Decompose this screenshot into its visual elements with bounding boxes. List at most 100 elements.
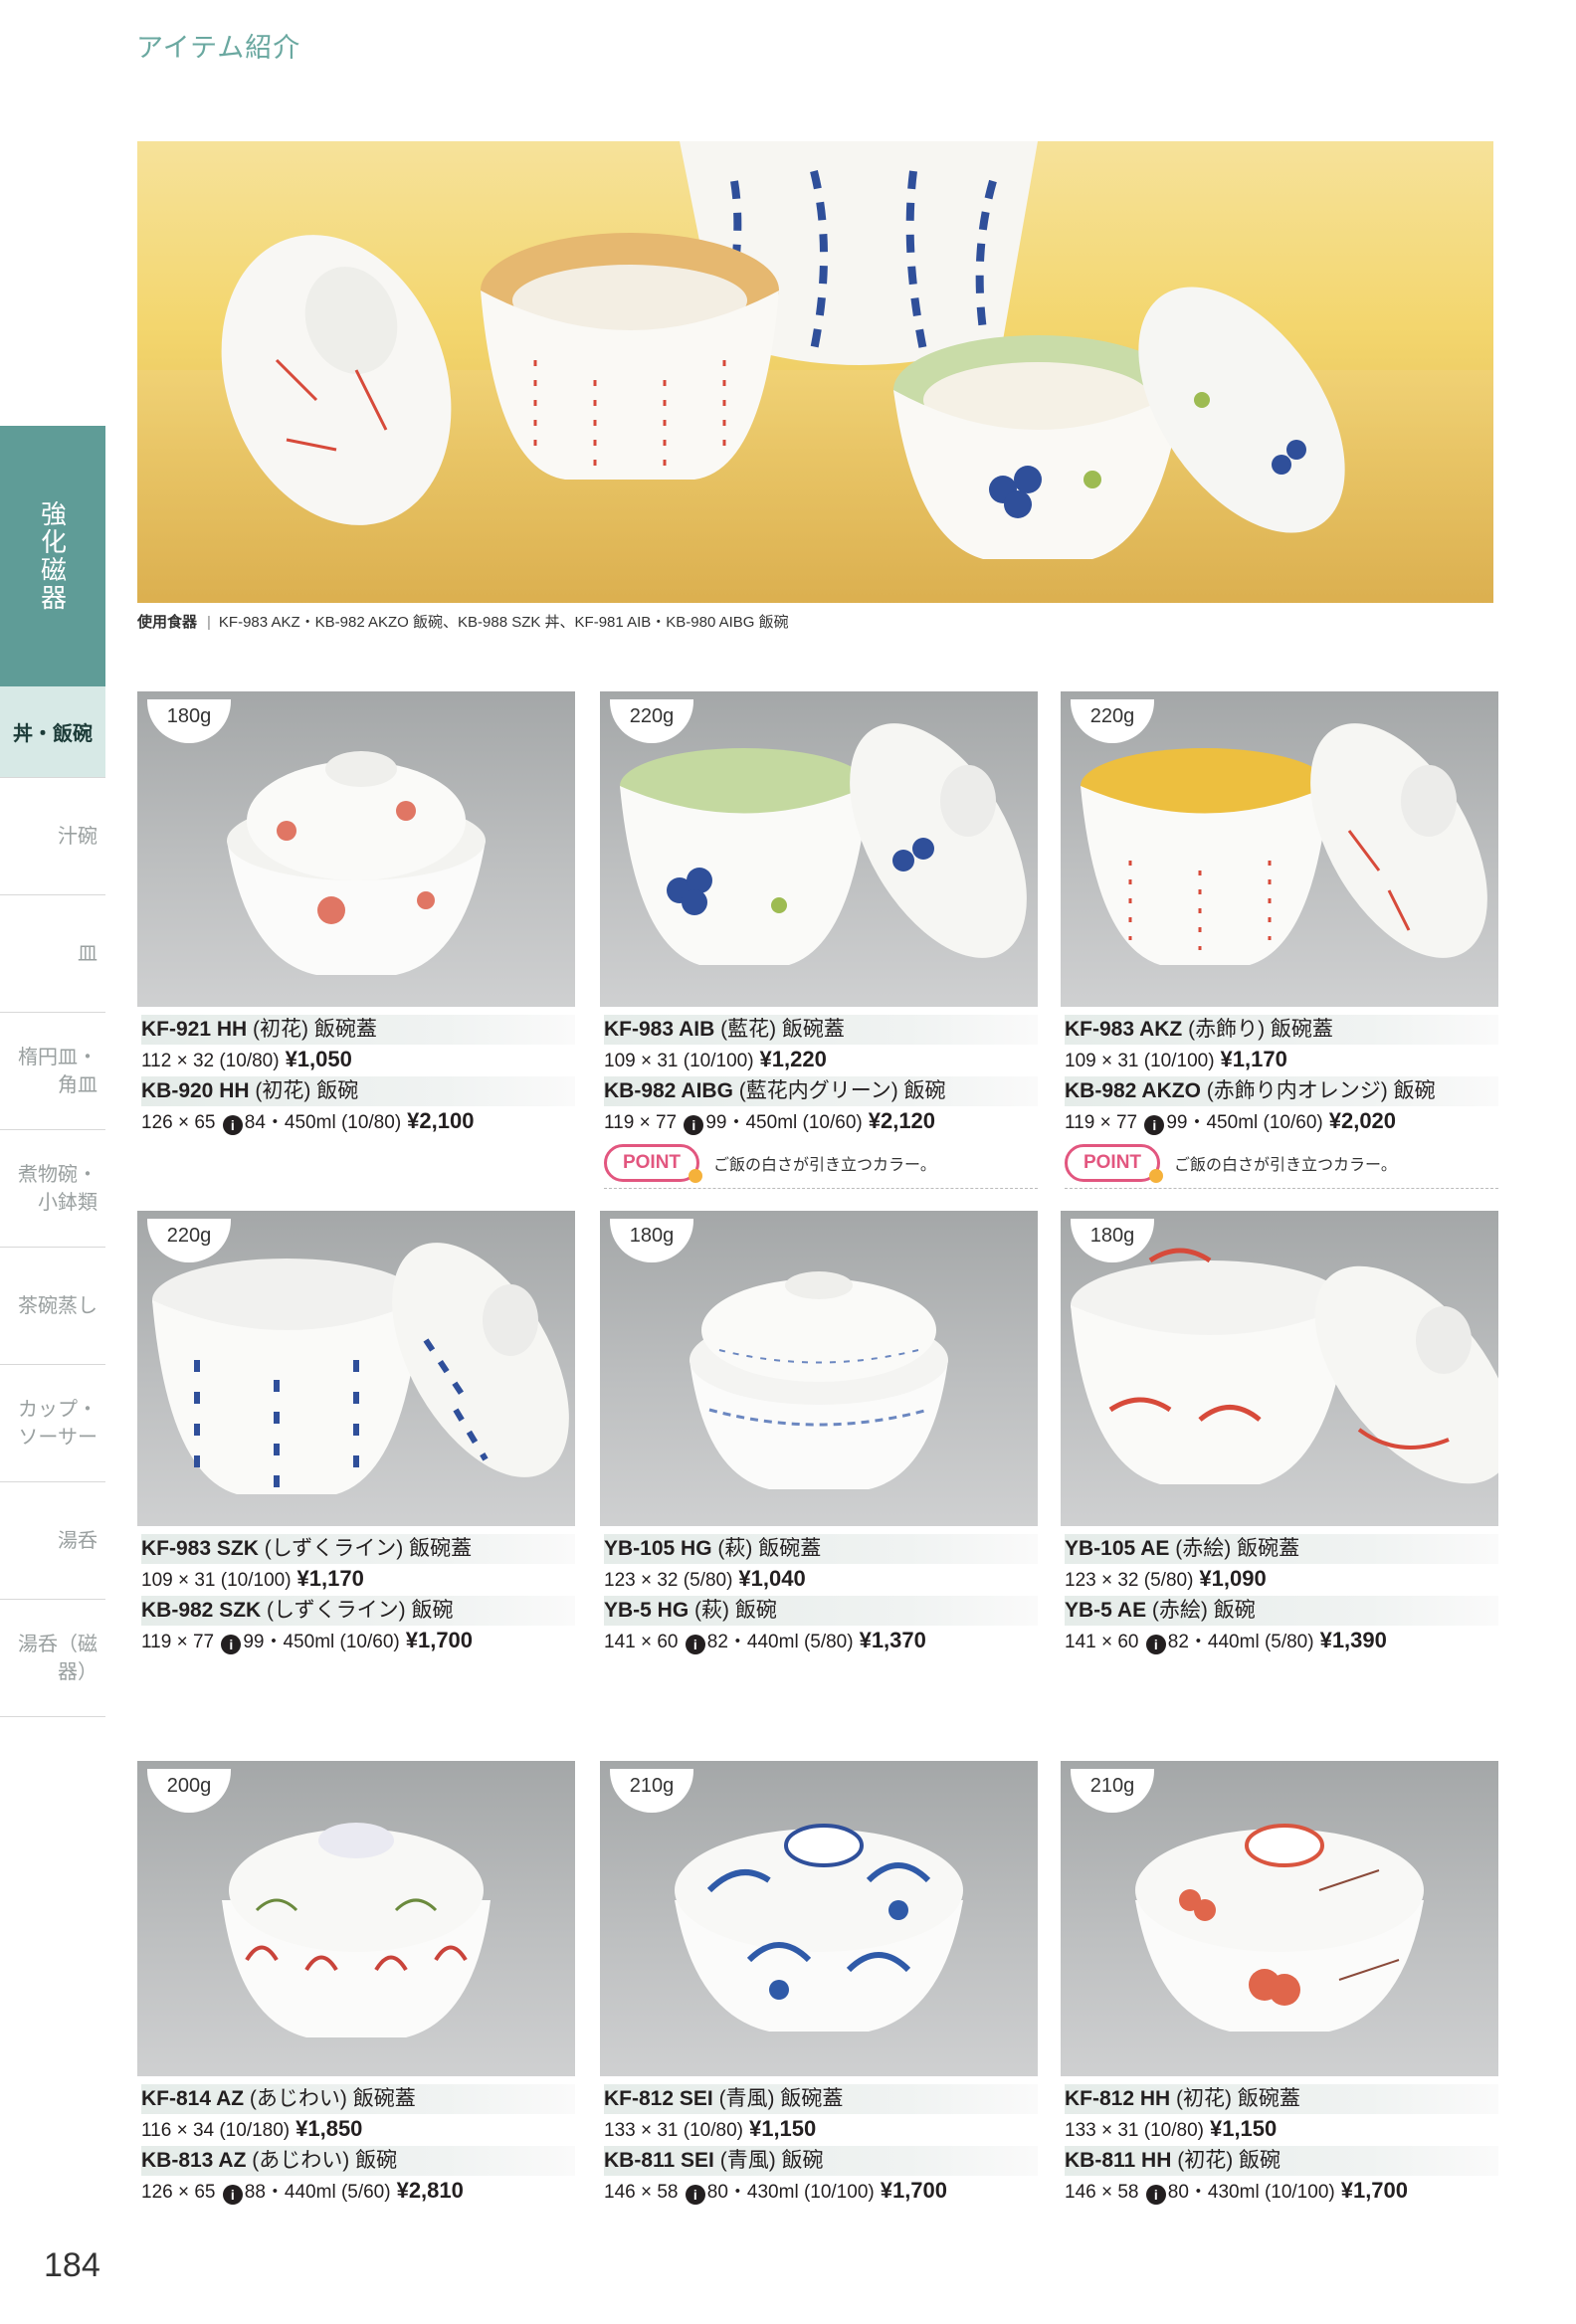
product-desc: (青風) 飯碗 [719, 2149, 824, 2172]
dimensions: 119 × 77 [141, 1632, 215, 1652]
bowl-name-line: YB-5 AE (赤絵) 飯碗 [1065, 1596, 1498, 1626]
price: ¥1,150 [1209, 2116, 1278, 2141]
product-code: KF-812 SEI [604, 2087, 713, 2110]
sidebar-tab-main-category[interactable]: 強化磁器 [0, 426, 105, 686]
bowl-name-line: KB-982 SZK (しずくライン) 飯碗 [141, 1596, 575, 1626]
product-desc: (赤絵) 飯碗 [1151, 1599, 1256, 1622]
lid-spec-line: 133 × 31 (10/80) ¥1,150 [1065, 2114, 1498, 2146]
sidebar-item-plate[interactable]: 皿 [0, 895, 105, 1013]
info-icon: i [684, 1115, 704, 1135]
info-icon: i [222, 1115, 243, 1135]
sidebar-item-teacup-porcelain[interactable]: 湯呑（磁器） [0, 1600, 105, 1717]
product-desc: (あじわい) 飯碗蓋 [249, 2087, 416, 2110]
point-text: ご飯の白さが引き立つカラー。 [1174, 1157, 1397, 1174]
info-icon: i [1145, 1635, 1166, 1654]
dimensions: 141 × 60 [604, 1632, 679, 1652]
capacity: 84・450ml (10/80) [244, 1112, 402, 1133]
bowl-name-line: YB-5 HG (萩) 飯碗 [604, 1596, 1038, 1626]
hero-caption-separator: | [207, 614, 211, 631]
price: ¥2,020 [1328, 1108, 1397, 1133]
product-card: 180g KF-921 HH (初花) 飯碗蓋 112 × 32 (10/80)… [137, 691, 575, 1138]
product-card: 210g KF-812 HH (初花) 飯碗蓋 133 × 31 (10/80)… [1061, 1761, 1498, 2208]
product-code: KF-921 HH [141, 1018, 248, 1041]
product-code: YB-5 AE [1065, 1599, 1147, 1622]
lid-name-line: YB-105 AE (赤絵) 飯碗蓋 [1065, 1534, 1498, 1564]
dimensions: 126 × 65 [141, 1112, 216, 1133]
product-photo: 220g [1061, 691, 1498, 1007]
dimensions: 133 × 31 (10/80) [1065, 2120, 1204, 2141]
dimensions: 141 × 60 [1065, 1632, 1139, 1652]
product-code: YB-105 HG [604, 1537, 712, 1560]
product-desc: (赤絵) 飯碗蓋 [1175, 1537, 1300, 1560]
capacity: 82・440ml (5/80) [706, 1632, 854, 1652]
price: ¥1,700 [1340, 2178, 1409, 2203]
price: ¥1,040 [738, 1566, 806, 1591]
product-card: 220g KF-983 AIB (藍花) 飯碗蓋 109 × 31 (10/10… [600, 691, 1038, 1189]
price: ¥1,170 [1220, 1047, 1287, 1071]
dimensions: 116 × 34 (10/180) [141, 2120, 291, 2141]
product-desc: (赤飾り内オレンジ) 飯碗 [1206, 1079, 1436, 1102]
page-section-title: アイテム紹介 [136, 33, 301, 63]
dimensions: 109 × 31 (10/100) [141, 1570, 292, 1591]
page-number: 184 [44, 2246, 100, 2284]
capacity: 99・450ml (10/60) [1166, 1112, 1323, 1133]
info-icon: i [1144, 1115, 1165, 1135]
sidebar-item-cup-saucer[interactable]: カップ・ソーサー [0, 1365, 105, 1482]
bowl-spec-line: 126 × 65 i 88・440ml (5/60) ¥2,810 [141, 2176, 575, 2208]
info-icon: i [221, 1635, 242, 1654]
price: ¥1,370 [859, 1628, 926, 1652]
bowl-spec-line: 119 × 77 i 99・450ml (10/60) ¥2,020 [1065, 1106, 1498, 1138]
product-desc: (青風) 飯碗蓋 [718, 2087, 844, 2110]
bowl-name-line: KB-982 AIBG (藍花内グリーン) 飯碗 [604, 1076, 1038, 1106]
dimensions: 119 × 77 [604, 1112, 678, 1133]
price: ¥1,150 [748, 2116, 817, 2141]
product-card: 180g YB-105 AE (赤絵) 飯碗蓋 123 × 32 (5/80) ¥… [1061, 1211, 1498, 1657]
product-photo: 220g [600, 691, 1038, 1007]
product-code: KB-811 HH [1065, 2149, 1172, 2172]
price: ¥1,850 [296, 2116, 363, 2141]
lid-spec-line: 123 × 32 (5/80) ¥1,090 [1065, 1564, 1498, 1596]
category-sidebar: 強化磁器 丼・飯碗 汁碗 皿 楕円皿・角皿 煮物碗・小鉢類 茶碗蒸し カップ・ソ… [0, 426, 105, 1717]
bowl-name-line: KB-811 HH (初花) 飯碗 [1065, 2146, 1498, 2176]
dimensions: 123 × 32 (5/80) [1065, 1570, 1194, 1591]
sidebar-item-chawanmushi[interactable]: 茶碗蒸し [0, 1248, 105, 1365]
product-photo: 180g [137, 691, 575, 1007]
product-desc: (藍花) 飯碗蓋 [720, 1018, 845, 1041]
dimensions: 146 × 58 [604, 2182, 679, 2203]
product-card: 200g KF-814 AZ (あじわい) 飯碗蓋 116 × 34 (10/1… [137, 1761, 575, 2208]
sidebar-item-teacup[interactable]: 湯呑 [0, 1482, 105, 1600]
info-icon: i [1145, 2185, 1166, 2205]
product-card: 220g KF-983 AKZ (赤飾り) 飯碗蓋 109 × 31 (10/1… [1061, 691, 1498, 1189]
product-desc: (あじわい) 飯碗 [252, 2149, 398, 2172]
lid-name-line: KF-812 HH (初花) 飯碗蓋 [1065, 2084, 1498, 2114]
bowl-spec-line: 126 × 65 i 84・450ml (10/80) ¥2,100 [141, 1106, 575, 1138]
product-desc: (初花) 飯碗蓋 [253, 1018, 377, 1041]
bowl-spec-line: 119 × 77 i 99・450ml (10/60) ¥2,120 [604, 1106, 1038, 1138]
point-note: POINT ご飯の白さが引き立つカラー。 [1065, 1144, 1498, 1189]
sidebar-item-simmered-bowl[interactable]: 煮物碗・小鉢類 [0, 1130, 105, 1248]
product-code: KB-920 HH [141, 1079, 250, 1102]
price: ¥1,700 [405, 1628, 474, 1652]
product-code: YB-105 AE [1065, 1537, 1170, 1560]
price: ¥2,120 [868, 1108, 936, 1133]
dimensions: 126 × 65 [141, 2182, 216, 2203]
bowl-name-line: KB-813 AZ (あじわい) 飯碗 [141, 2146, 575, 2176]
product-desc: (萩) 飯碗蓋 [717, 1537, 822, 1560]
lid-name-line: KF-983 AKZ (赤飾り) 飯碗蓋 [1065, 1015, 1498, 1045]
lid-spec-line: 109 × 31 (10/100) ¥1,170 [1065, 1045, 1498, 1076]
bowl-spec-line: 119 × 77 i 99・450ml (10/60) ¥1,700 [141, 1626, 575, 1657]
hero-photo [137, 141, 1493, 603]
product-desc: (しずくライン) 飯碗蓋 [264, 1537, 473, 1560]
sidebar-item-oval-square-plate[interactable]: 楕円皿・角皿 [0, 1013, 105, 1130]
capacity: 80・430ml (10/100) [706, 2182, 875, 2203]
price: ¥1,170 [296, 1566, 364, 1591]
lid-spec-line: 133 × 31 (10/80) ¥1,150 [604, 2114, 1038, 2146]
sidebar-item-soup-bowl[interactable]: 汁碗 [0, 778, 105, 895]
point-text: ご飯の白さが引き立つカラー。 [713, 1157, 936, 1174]
product-desc: (萩) 飯碗 [694, 1599, 777, 1622]
product-card: 180g YB-105 HG (萩) 飯碗蓋 123 × 32 (5/80) ¥1… [600, 1211, 1038, 1657]
price: ¥2,100 [407, 1108, 475, 1133]
capacity: 80・430ml (10/100) [1167, 2182, 1335, 2203]
price: ¥1,220 [759, 1047, 827, 1071]
sidebar-tab-active[interactable]: 丼・飯碗 [0, 686, 105, 778]
